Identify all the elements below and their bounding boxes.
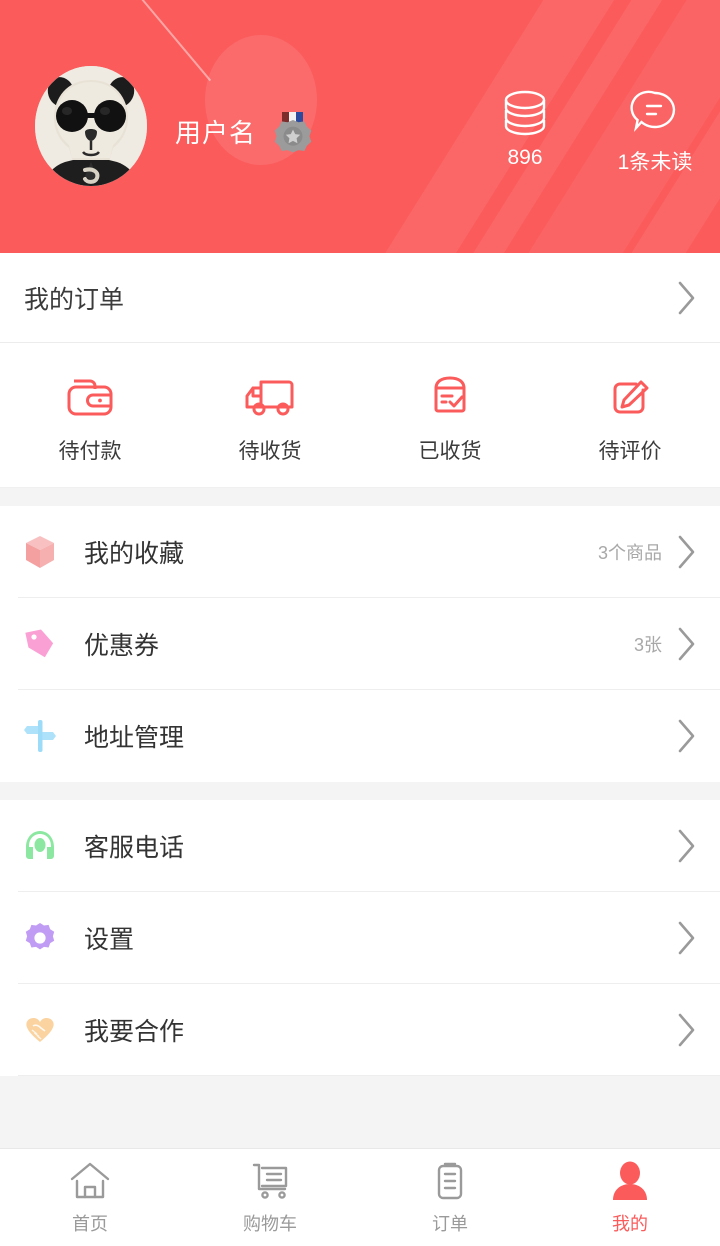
cube-icon <box>18 530 62 574</box>
order-status-label: 待收货 <box>238 440 302 463</box>
tab-orders[interactable]: 订单 <box>360 1159 540 1236</box>
chevron-right-icon <box>676 717 698 755</box>
chevron-right-icon <box>676 533 698 571</box>
clipboard-icon <box>360 1159 540 1203</box>
my-order-row[interactable]: 我的订单 <box>0 253 720 343</box>
tab-cart[interactable]: 购物车 <box>180 1159 360 1236</box>
tab-home[interactable]: 首页 <box>0 1159 180 1236</box>
chevron-right-icon <box>676 279 698 317</box>
menu-group-support: 客服电话 设置 我要合作 <box>0 800 720 1076</box>
order-status-label: 待付款 <box>58 440 122 463</box>
order-status-label: 已收货 <box>418 440 482 463</box>
order-status-pending-payment[interactable]: 待付款 <box>0 365 180 465</box>
handshake-icon <box>18 1008 62 1052</box>
chevron-right-icon <box>676 827 698 865</box>
chevron-right-icon <box>676 625 698 663</box>
profile-header: 用户名 896 1条未读 <box>0 0 720 253</box>
avatar[interactable] <box>35 66 147 186</box>
stat-coins[interactable]: 896 <box>460 86 590 176</box>
person-icon <box>540 1159 720 1203</box>
menu-item-value: 3张 <box>633 635 662 655</box>
order-status-pending-review[interactable]: 待评价 <box>540 365 720 465</box>
tab-label: 购物车 <box>243 1214 297 1234</box>
menu-item-value: 3个商品 <box>597 543 662 563</box>
header-stats: 896 1条未读 <box>460 86 720 176</box>
gear-icon <box>18 916 62 960</box>
menu-item-label: 优惠券 <box>84 632 160 660</box>
header-diagonal-line <box>140 0 211 82</box>
telephone-icon <box>18 824 62 868</box>
order-status-received[interactable]: 已收货 <box>360 365 540 465</box>
order-status-pending-receipt[interactable]: 待收货 <box>180 365 360 465</box>
order-status-row: 待付款 待收货 已收货 待评价 <box>0 343 720 488</box>
stat-messages-value: 1条未读 <box>617 151 693 174</box>
section-spacer <box>0 488 720 506</box>
home-icon <box>0 1159 180 1203</box>
my-order-title: 我的订单 <box>24 285 125 314</box>
tab-label: 首页 <box>72 1214 108 1234</box>
menu-item-label: 我的收藏 <box>84 540 185 568</box>
menu-item-address[interactable]: 地址管理 <box>0 690 720 782</box>
tab-label: 订单 <box>432 1214 468 1234</box>
order-status-label: 待评价 <box>598 440 662 463</box>
tag-icon <box>18 622 62 666</box>
menu-item-service-phone[interactable]: 客服电话 <box>0 800 720 892</box>
cart-icon <box>180 1159 360 1203</box>
username: 用户名 <box>175 118 257 148</box>
medal-badge <box>272 112 314 158</box>
menu-item-favorites[interactable]: 我的收藏 3个商品 <box>0 506 720 598</box>
signpost-icon <box>18 714 62 758</box>
menu-item-label: 设置 <box>84 926 135 954</box>
box-check-icon <box>360 365 540 423</box>
chevron-right-icon <box>676 919 698 957</box>
menu-item-label: 客服电话 <box>84 834 185 862</box>
stat-coins-value: 896 <box>507 146 543 169</box>
chat-bubble-icon <box>590 86 720 138</box>
pencil-square-icon <box>540 365 720 423</box>
coins-icon <box>460 86 590 138</box>
stat-messages[interactable]: 1条未读 <box>590 86 720 176</box>
menu-group-favorites: 我的收藏 3个商品 优惠券 3张 地址管理 <box>0 506 720 782</box>
profile-screen: 用户名 896 1条未读 我的订单 待付款 待收货 已收货 待评价 我的收藏 3… <box>0 0 720 1246</box>
menu-item-label: 地址管理 <box>84 724 185 752</box>
menu-item-cooperation[interactable]: 我要合作 <box>0 984 720 1076</box>
menu-item-settings[interactable]: 设置 <box>0 892 720 984</box>
truck-icon <box>180 365 360 423</box>
section-spacer <box>0 782 720 800</box>
wallet-icon <box>0 365 180 423</box>
chevron-right-icon <box>676 1011 698 1049</box>
menu-item-coupons[interactable]: 优惠券 3张 <box>0 598 720 690</box>
bottom-tab-bar: 首页 购物车 订单 我的 <box>0 1148 720 1246</box>
menu-item-label: 我要合作 <box>84 1018 185 1046</box>
tab-profile[interactable]: 我的 <box>540 1159 720 1236</box>
tab-label: 我的 <box>612 1214 648 1234</box>
